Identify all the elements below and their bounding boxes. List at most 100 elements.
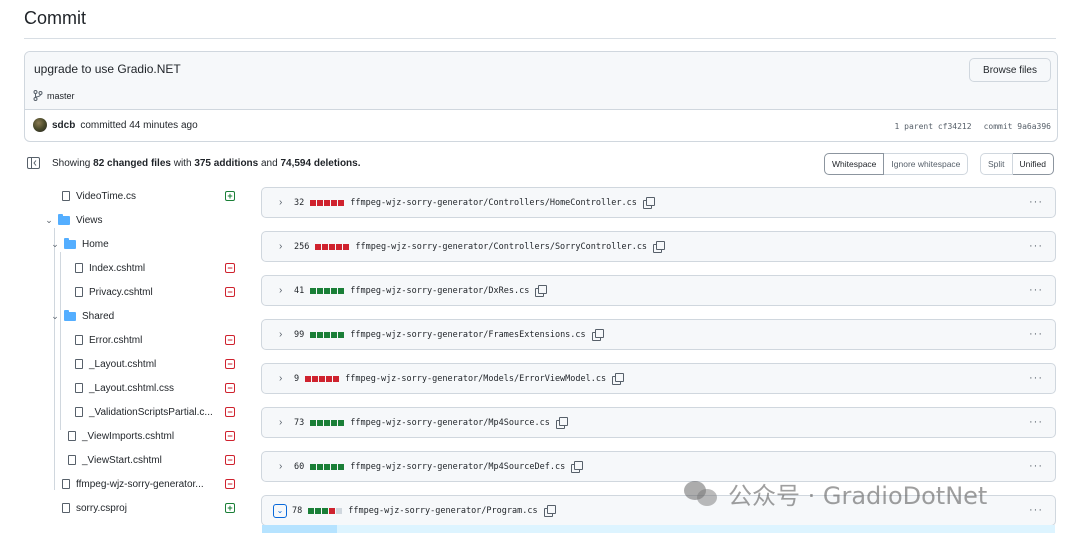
author-name[interactable]: sdcb — [52, 120, 75, 131]
chevron-down-icon[interactable]: ⌄ — [50, 239, 60, 250]
tree-file[interactable]: Index.cshtml — [75, 256, 145, 280]
diffstat-block — [315, 243, 322, 250]
tree-item-label: _Layout.cshtml — [89, 358, 157, 370]
diff-file-path[interactable]: ffmpeg-wjz-sorry-generator/FramesExtensi… — [350, 330, 585, 340]
diff-file-header[interactable]: › 256 ffmpeg-wjz-sorry-generator/Controlle… — [261, 231, 1056, 262]
chevron-down-icon[interactable]: ⌄ — [44, 215, 54, 226]
copy-icon[interactable] — [591, 329, 604, 341]
kebab-menu-icon[interactable]: ··· — [1029, 460, 1043, 472]
chevron-right-icon[interactable]: › — [279, 197, 289, 208]
file-deleted-icon: − — [225, 407, 235, 417]
chevron-down-icon[interactable]: ⌄ — [273, 503, 287, 518]
commit-header: upgrade to use Gradio.NET Browse files m… — [25, 52, 1057, 110]
tree-folder[interactable]: ⌄ Home — [50, 232, 109, 256]
diffstat-block — [317, 331, 324, 338]
diff-file-path[interactable]: ffmpeg-wjz-sorry-generator/Program.cs — [348, 506, 537, 516]
diff-file-header[interactable]: › 73 ffmpeg-wjz-sorry-generator/Mp4Source.… — [261, 407, 1056, 438]
kebab-menu-icon[interactable]: ··· — [1029, 284, 1043, 296]
browse-files-button[interactable]: Browse files — [969, 58, 1051, 82]
chevron-right-icon[interactable]: › — [279, 417, 289, 428]
diff-file-header[interactable]: › 41 ffmpeg-wjz-sorry-generator/DxRes.cs ··… — [261, 275, 1056, 306]
chevron-right-icon[interactable]: › — [279, 329, 289, 340]
copy-icon[interactable] — [535, 285, 548, 297]
tree-item-label: Index.cshtml — [89, 262, 146, 274]
tree-file[interactable]: _ViewImports.cshtml — [68, 424, 174, 448]
copy-icon[interactable] — [653, 241, 666, 253]
tree-file[interactable]: _ValidationScriptsPartial.c... — [75, 400, 213, 424]
diffstat-block — [324, 331, 331, 338]
diff-file-header[interactable]: › 99 ffmpeg-wjz-sorry-generator/FramesExte… — [261, 319, 1056, 350]
tree-folder[interactable]: ⌄ Shared — [50, 304, 114, 328]
diffstat-block — [338, 463, 345, 470]
diff-file-header[interactable]: › 9 ffmpeg-wjz-sorry-generator/Models/Erro… — [261, 363, 1056, 394]
kebab-menu-icon[interactable]: ··· — [1029, 372, 1043, 384]
expanded-diff-strip — [262, 525, 1055, 533]
whitespace-button[interactable]: Whitespace — [824, 153, 885, 175]
commit-box: upgrade to use Gradio.NET Browse files m… — [24, 51, 1058, 142]
diff-file-path[interactable]: ffmpeg-wjz-sorry-generator/Mp4SourceDef.… — [350, 462, 565, 472]
tree-file[interactable]: VideoTime.cs — [62, 184, 136, 208]
unified-view-button[interactable]: Unified — [1012, 153, 1055, 175]
kebab-menu-icon[interactable]: ··· — [1029, 240, 1043, 252]
tree-file[interactable]: Error.cshtml — [75, 328, 142, 352]
tree-file[interactable]: Privacy.cshtml — [75, 280, 153, 304]
copy-icon[interactable] — [642, 197, 655, 209]
ignore-whitespace-button[interactable]: Ignore whitespace — [884, 153, 969, 175]
copy-icon[interactable] — [543, 505, 556, 517]
copy-icon[interactable] — [571, 461, 584, 473]
diffstat-block — [322, 507, 329, 514]
kebab-menu-icon[interactable]: ··· — [1029, 416, 1043, 428]
diffstat-block — [338, 287, 345, 294]
tree-file[interactable]: _Layout.cshtml — [75, 352, 156, 376]
file-icon — [75, 287, 83, 297]
diffstat-block — [315, 507, 322, 514]
tree-item-label: Home — [82, 238, 109, 250]
chevron-right-icon[interactable]: › — [279, 461, 289, 472]
tree-item-label: Error.cshtml — [89, 334, 143, 346]
tree-file[interactable]: _Layout.cshtml.css — [75, 376, 174, 400]
branch-name: master — [47, 90, 75, 101]
file-deleted-icon: − — [225, 335, 235, 345]
diff-file-path[interactable]: ffmpeg-wjz-sorry-generator/Mp4Source.cs — [350, 418, 550, 428]
tree-file[interactable]: ffmpeg-wjz-sorry-generator... — [62, 472, 204, 496]
commit-shas: 1 parent cf34212 commit 9a6a396 — [895, 122, 1052, 131]
diff-file-path[interactable]: ffmpeg-wjz-sorry-generator/Models/ErrorV… — [345, 374, 606, 384]
wechat-icon — [684, 480, 720, 507]
diffstat-block — [310, 331, 317, 338]
diffstat-block — [324, 287, 331, 294]
kebab-menu-icon[interactable]: ··· — [1029, 328, 1043, 340]
kebab-menu-icon[interactable]: ··· — [1029, 196, 1043, 208]
diff-file-path[interactable]: ffmpeg-wjz-sorry-generator/Controllers/H… — [350, 198, 637, 208]
diff-file-path[interactable]: ffmpeg-wjz-sorry-generator/DxRes.cs — [350, 286, 529, 296]
file-tree-toggle-icon[interactable] — [27, 157, 40, 169]
diff-file-path[interactable]: ffmpeg-wjz-sorry-generator/Controllers/S… — [355, 242, 647, 252]
diffstat-block — [343, 243, 350, 250]
tree-file[interactable]: _ViewStart.cshtml — [68, 448, 162, 472]
diffstat-blocks — [315, 243, 350, 250]
diff-line-count: 32 — [294, 197, 305, 208]
file-icon — [62, 503, 70, 513]
chevron-right-icon[interactable]: › — [279, 373, 289, 384]
chevron-down-icon[interactable]: ⌄ — [50, 311, 60, 322]
kebab-menu-icon[interactable]: ··· — [1029, 504, 1043, 516]
tree-file[interactable]: sorry.csproj — [62, 496, 127, 520]
commit-sha: commit 9a6a396 — [983, 122, 1051, 131]
branch-info[interactable]: master — [33, 90, 75, 101]
tree-guide-line — [54, 228, 55, 490]
copy-icon[interactable] — [555, 417, 568, 429]
diffstat-blocks — [310, 463, 345, 470]
split-view-button[interactable]: Split — [980, 153, 1013, 175]
watermark-text: 公众号 · GradioDotNet — [728, 482, 988, 510]
chevron-right-icon[interactable]: › — [279, 241, 289, 252]
avatar[interactable] — [33, 118, 47, 132]
parent-sha[interactable]: 1 parent cf34212 — [895, 122, 972, 131]
chevron-right-icon[interactable]: › — [279, 285, 289, 296]
tree-folder[interactable]: ⌄ Views — [44, 208, 103, 232]
diff-file-header[interactable]: › 32 ffmpeg-wjz-sorry-generator/Controller… — [261, 187, 1056, 218]
copy-icon[interactable] — [612, 373, 625, 385]
diffstat-block — [329, 507, 336, 514]
tree-item-label: _ViewStart.cshtml — [82, 454, 162, 466]
diff-line-count: 256 — [294, 241, 310, 252]
commit-time: committed 44 minutes ago — [80, 119, 198, 131]
file-icon — [62, 191, 70, 201]
